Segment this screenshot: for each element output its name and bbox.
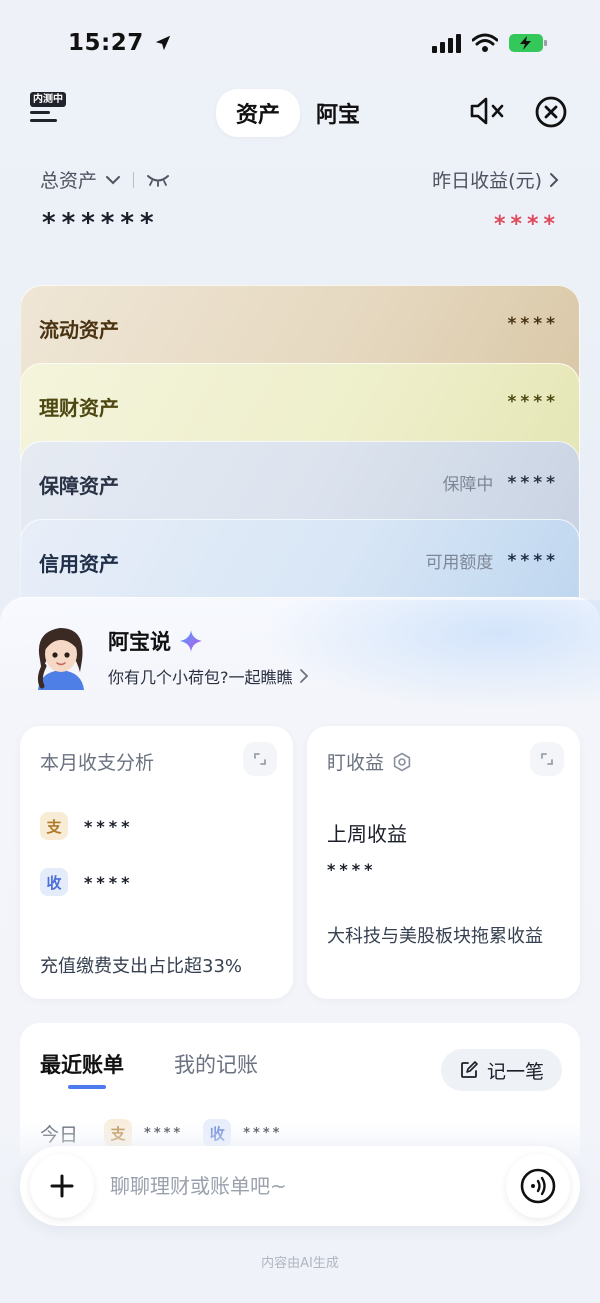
total-assets-toggle[interactable]: 总资产: [40, 166, 170, 193]
wifi-icon: [472, 33, 498, 52]
chevron-down-icon: [106, 175, 121, 184]
voice-wave-icon: [520, 1168, 556, 1204]
expense-value: ****: [84, 816, 134, 836]
expense-row: 支 ****: [40, 812, 133, 840]
assistant-title-text: 阿宝说: [108, 630, 171, 654]
add-button[interactable]: [30, 1154, 94, 1218]
expand-button[interactable]: [243, 742, 277, 776]
hexagon-settings-icon: [393, 752, 411, 771]
income-tag: 收: [40, 868, 68, 896]
menu-line-icon: [30, 119, 57, 122]
earnings-title-text: 盯收益: [327, 752, 385, 774]
asset-card-value: ****: [507, 392, 559, 412]
total-assets-value: ******: [42, 208, 160, 238]
edit-icon: [461, 1061, 478, 1078]
yesterday-earnings-label: 昨日收益(元): [432, 170, 542, 192]
plus-icon: [50, 1174, 74, 1198]
signal-icon: [432, 34, 461, 53]
income-value: ****: [84, 872, 134, 892]
tab-my-bookkeeping[interactable]: 我的记账: [174, 1049, 258, 1079]
asset-card-name: 信用资产: [39, 552, 119, 576]
sparkle-icon: [180, 630, 202, 652]
voice-button[interactable]: [506, 1154, 570, 1218]
record-entry-label: 记一笔: [486, 1060, 544, 1083]
asset-card-value: ****: [507, 472, 559, 493]
assistant-suggestion-text: 你有几个小荷包?一起瞧瞧: [108, 668, 293, 687]
monthly-analysis-card[interactable]: 本月收支分析 支 **** 收 **** 充值缴费支出占比超33%: [20, 726, 293, 999]
income-row: 收 ****: [40, 868, 133, 896]
assistant-suggestion[interactable]: 你有几个小荷包?一起瞧瞧: [108, 664, 309, 688]
total-assets-label: 总资产: [40, 170, 98, 192]
asset-card-name: 保障资产: [39, 474, 119, 498]
chat-input[interactable]: [110, 1170, 490, 1202]
chat-bar: [20, 1146, 580, 1226]
chevron-right-icon: [299, 669, 308, 683]
record-entry-button[interactable]: 记一笔: [440, 1049, 562, 1091]
expand-icon: [541, 753, 553, 765]
status-indicators: [432, 32, 548, 54]
asset-card-name: 流动资产: [39, 318, 119, 342]
menu-button[interactable]: 内测中: [30, 92, 70, 126]
active-tab-indicator: [68, 1085, 106, 1089]
asset-card-value: ****: [507, 550, 559, 571]
eye-closed-icon[interactable]: [146, 173, 170, 187]
earnings-title: 盯收益: [327, 748, 412, 775]
divider: [133, 171, 135, 188]
tab-abao[interactable]: 阿宝: [300, 89, 376, 137]
yesterday-earnings-link[interactable]: 昨日收益(元): [432, 166, 560, 193]
menu-line-icon: [30, 111, 50, 114]
asset-card-status: 可用额度: [425, 553, 494, 573]
expense-tag: 支: [40, 812, 68, 840]
yesterday-earnings-value: ****: [493, 212, 560, 237]
battery-charging-icon: [509, 34, 547, 52]
tab-assets[interactable]: 资产: [216, 89, 301, 137]
header-tabs: 资产 阿宝: [216, 89, 376, 137]
earnings-insight: 大科技与美股板块拖累收益: [327, 926, 543, 947]
assistant-avatar: [37, 628, 84, 690]
monthly-analysis-title-text: 本月收支分析: [40, 752, 155, 774]
location-arrow-icon: [156, 35, 171, 51]
ai-generated-note: 内容由AI生成: [261, 1256, 339, 1271]
beta-badge: 内测中: [30, 92, 66, 107]
assistant-glow: [260, 600, 600, 710]
asset-card-status: 保障中: [442, 475, 494, 495]
expand-button[interactable]: [530, 742, 564, 776]
clock-text: 15:27: [68, 30, 144, 56]
asset-card-name: 理财资产: [39, 396, 119, 420]
assistant-title: 阿宝说: [108, 626, 203, 656]
earnings-value: ****: [327, 860, 377, 879]
tab-recent-bills[interactable]: 最近账单: [40, 1049, 124, 1079]
earnings-card[interactable]: 盯收益 上周收益 **** 大科技与美股板块拖累收益: [307, 726, 580, 999]
close-icon[interactable]: [534, 95, 568, 129]
monthly-analysis-title: 本月收支分析: [40, 748, 154, 775]
earnings-period: 上周收益: [327, 822, 407, 846]
status-time: 15:27: [68, 30, 172, 56]
expand-icon: [254, 753, 266, 765]
asset-card-value: ****: [507, 314, 559, 334]
monthly-insight: 充值缴费支出占比超33%: [40, 956, 243, 977]
chevron-right-icon: [550, 172, 559, 187]
mute-speaker-icon[interactable]: [468, 94, 508, 128]
